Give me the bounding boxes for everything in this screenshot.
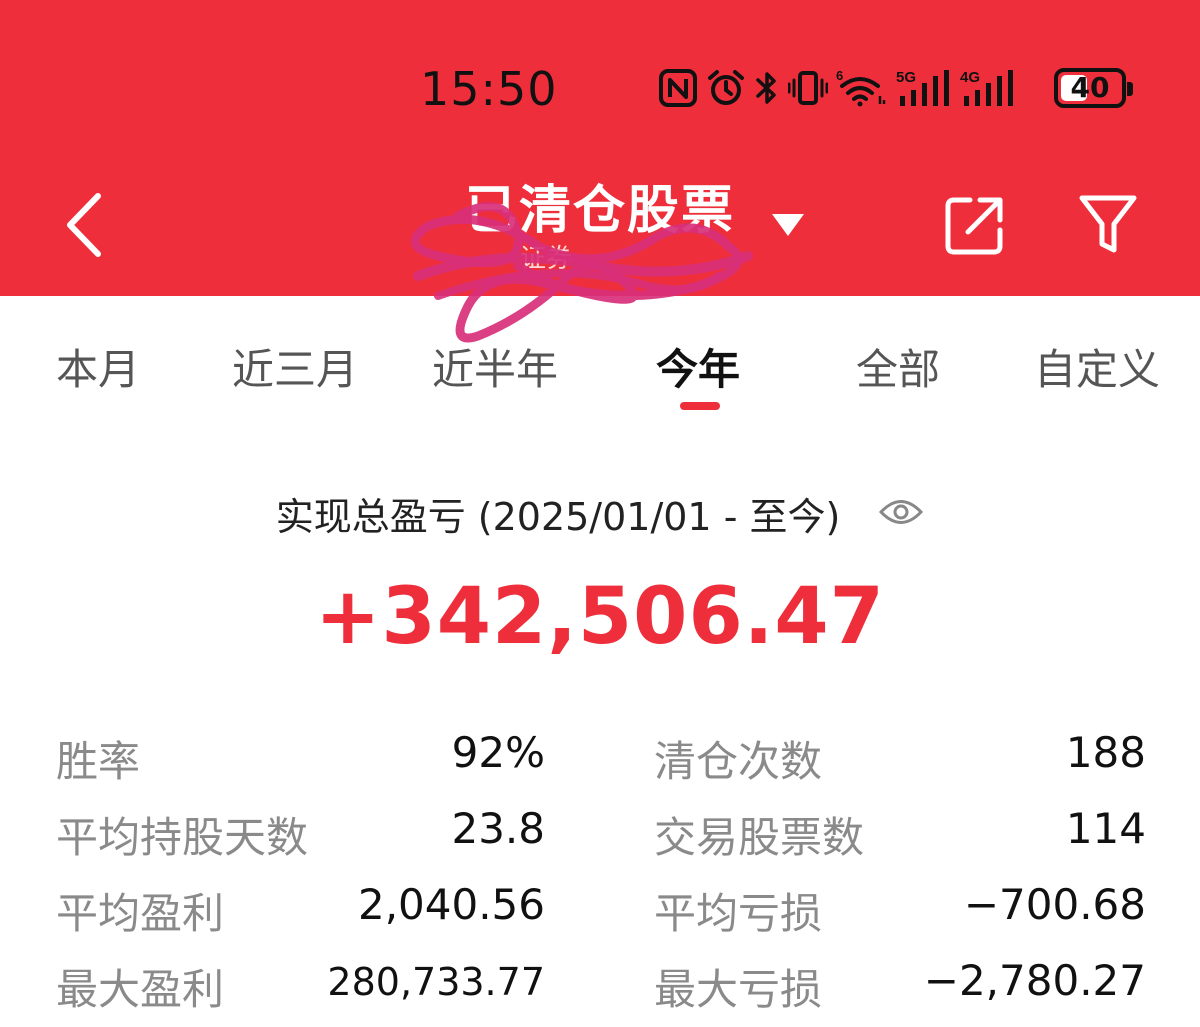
nfc-icon <box>659 69 697 107</box>
battery-icon: 40 <box>1054 68 1133 108</box>
stat-value-max-loss: −2,780.27 <box>923 956 1146 1005</box>
stat-label-max-loss: 最大亏损 <box>654 965 823 1014</box>
stat-label-max-profit: 最大盈利 <box>56 965 225 1014</box>
stat-value-win-rate: 92% <box>451 728 545 777</box>
stat-label-win-rate: 胜率 <box>56 737 141 786</box>
wifi-badge: 6 <box>836 68 843 83</box>
vibrate-icon <box>788 71 828 105</box>
signal-5g-icon: 5G <box>896 69 949 106</box>
tab-all[interactable]: 全部 <box>856 336 940 397</box>
stat-value-stocks-traded: 114 <box>1065 804 1146 853</box>
tab-three-months[interactable]: 近三月 <box>232 336 358 397</box>
caret-down-icon <box>772 214 804 236</box>
alarm-icon <box>708 70 744 105</box>
bluetooth-icon <box>756 72 776 104</box>
battery-text: 40 <box>1070 71 1110 104</box>
tab-this-year[interactable]: 今年 <box>656 336 740 397</box>
stat-label-avg-loss: 平均亏损 <box>654 889 823 938</box>
network-label-4g: 4G <box>960 69 980 86</box>
stat-value-max-profit: 280,733.77 <box>327 960 545 1004</box>
stat-value-avg-loss: −700.68 <box>963 880 1146 929</box>
tab-half-year[interactable]: 近半年 <box>432 336 558 397</box>
signal-4g-icon: 4G <box>960 69 1013 106</box>
account-dropdown-button[interactable] <box>770 210 806 244</box>
stat-value-avg-profit: 2,040.56 <box>357 880 545 929</box>
page-title[interactable]: 已清仓股票 <box>440 168 760 243</box>
network-label-5g: 5G <box>896 69 916 86</box>
back-button[interactable] <box>58 190 118 260</box>
total-profit-value: +342,506.47 <box>315 572 885 662</box>
active-tab-indicator <box>680 402 720 410</box>
stat-label-clear-count: 清仓次数 <box>654 737 823 786</box>
stat-value-clear-count: 188 <box>1065 728 1146 777</box>
filter-button[interactable] <box>1078 192 1138 256</box>
eye-icon <box>879 499 924 524</box>
tab-custom[interactable]: 自定义 <box>1034 336 1160 397</box>
header-bar <box>0 0 1200 296</box>
account-subtitle: 证券 <box>520 244 573 274</box>
chevron-left-icon <box>67 193 101 257</box>
share-icon <box>945 197 1003 255</box>
stat-label-avg-profit: 平均盈利 <box>56 889 225 938</box>
stat-value-avg-hold-days: 23.8 <box>451 804 545 853</box>
period-tabs: 本月 近三月 近半年 今年 全部 自定义 <box>0 330 1200 420</box>
share-button[interactable] <box>944 194 1006 256</box>
filter-icon <box>1079 195 1137 253</box>
visibility-toggle[interactable] <box>878 492 924 536</box>
summary-label: 实现总盈亏 (2025/01/01 - 至今) <box>275 495 841 539</box>
wifi-6-icon: 6 <box>836 68 886 107</box>
status-icons: 6 5G 4G <box>658 66 1014 110</box>
stat-label-avg-hold-days: 平均持股天数 <box>56 813 309 862</box>
tab-this-month[interactable]: 本月 <box>56 336 140 397</box>
summary-label-row: 实现总盈亏 (2025/01/01 - 至今) <box>0 486 1200 541</box>
stat-label-stocks-traded: 交易股票数 <box>654 813 865 862</box>
status-time: 15:50 <box>420 62 558 116</box>
